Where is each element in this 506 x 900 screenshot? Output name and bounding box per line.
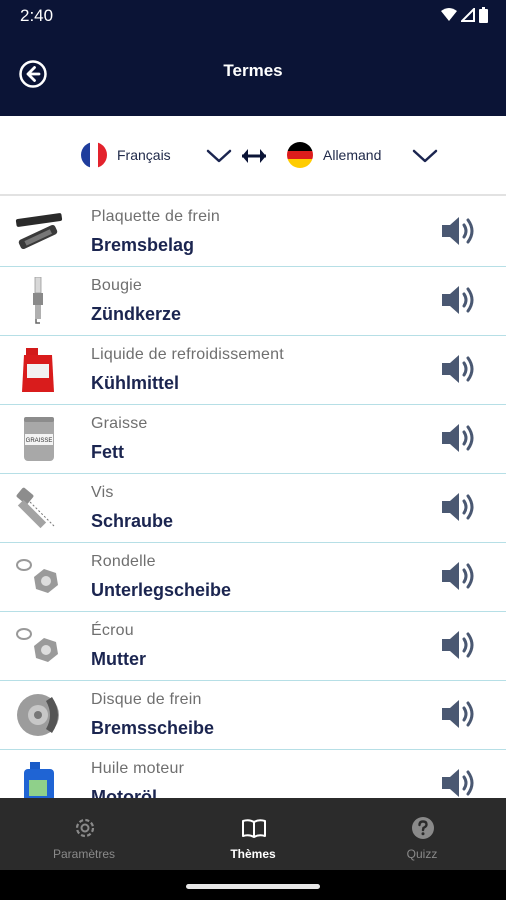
term-source: Graisse: [91, 415, 148, 432]
term-row[interactable]: Huile moteur Motoröl: [0, 750, 506, 798]
page-title: Termes: [223, 61, 283, 80]
term-target: Bremsscheibe: [91, 718, 215, 738]
grease-label: GRAISSE: [26, 438, 53, 444]
term-target: Bremsbelag: [91, 235, 195, 255]
bottom-navigation: Paramètres Thèmes Quizz: [0, 798, 506, 870]
speaker-icon[interactable]: [440, 697, 478, 731]
target-language-label: Allemand: [323, 147, 382, 163]
coolant-bottle-icon: [22, 348, 54, 392]
term-source: Disque de frein: [91, 691, 202, 708]
term-row[interactable]: Bougie Zündkerze: [0, 267, 506, 336]
term-target: Fett: [91, 442, 124, 462]
term-source: Écrou: [91, 622, 134, 639]
nav-quiz-label: Quizz: [406, 847, 438, 861]
spark-plug-icon: [33, 277, 43, 324]
speaker-icon[interactable]: [440, 214, 478, 248]
speaker-icon[interactable]: [440, 628, 478, 662]
term-row[interactable]: Liquide de refroidissement Kühlmittel: [0, 336, 506, 405]
app-bar: Termes: [0, 32, 506, 116]
term-row[interactable]: Vis Schraube: [0, 474, 506, 543]
speaker-icon[interactable]: [440, 421, 478, 455]
term-target: Unterlegscheibe: [91, 580, 232, 600]
term-row[interactable]: Rondelle Unterlegscheibe: [0, 543, 506, 612]
term-target: Mutter: [91, 649, 146, 669]
term-source: Bougie: [91, 277, 143, 294]
term-target: Kühlmittel: [91, 373, 179, 393]
battery-icon: [479, 7, 488, 23]
target-language-select[interactable]: Allemand: [287, 142, 381, 168]
help-icon: [412, 817, 434, 839]
terms-list: Plaquette de frein Bremsbelag Bougie Zün…: [0, 198, 506, 798]
grease-can-icon: GRAISSE: [24, 417, 54, 461]
nav-themes-label: Thèmes: [230, 847, 276, 861]
term-target: Zündkerze: [91, 304, 182, 324]
speaker-icon[interactable]: [440, 559, 478, 593]
term-source: Plaquette de frein: [91, 208, 221, 225]
nav-settings[interactable]: Paramètres: [0, 798, 168, 870]
term-source: Liquide de refroidissement: [91, 346, 284, 363]
speaker-icon[interactable]: [440, 352, 478, 386]
brake-disc-icon: [17, 694, 59, 736]
status-bar: 2:40: [0, 0, 506, 32]
book-icon: [242, 819, 266, 838]
status-time: 2:40: [20, 6, 54, 25]
speaker-icon[interactable]: [440, 283, 478, 317]
source-language-select[interactable]: Français: [81, 142, 171, 168]
wifi-icon: [441, 8, 457, 21]
term-target: Motoröl: [91, 787, 157, 798]
term-row[interactable]: Plaquette de frein Bremsbelag: [0, 198, 506, 267]
swap-arrows-icon[interactable]: [240, 146, 268, 166]
engine-oil-bottle-icon: [24, 762, 54, 798]
speaker-icon[interactable]: [440, 766, 478, 798]
term-row[interactable]: Disque de frein Bremsscheibe: [0, 681, 506, 750]
term-source: Rondelle: [91, 553, 156, 570]
gesture-bar: [0, 870, 506, 900]
term-target: Schraube: [91, 511, 174, 531]
german-flag-icon: [287, 142, 313, 168]
nav-themes[interactable]: Thèmes: [169, 798, 337, 870]
washer-nut-icon: [16, 628, 58, 662]
term-source: Vis: [91, 484, 114, 501]
washer-nut-icon: [16, 559, 58, 593]
french-flag-icon: [81, 142, 107, 168]
source-language-label: Français: [117, 147, 171, 163]
speaker-icon[interactable]: [440, 490, 478, 524]
term-source: Huile moteur: [91, 760, 185, 777]
screw-icon: [16, 487, 55, 529]
brake-pad-icon: [15, 213, 63, 249]
nav-quiz[interactable]: Quizz: [338, 798, 506, 870]
chevron-down-icon[interactable]: [206, 146, 232, 166]
home-indicator[interactable]: [186, 884, 320, 889]
signal-icon: [461, 8, 475, 22]
nav-settings-label: Paramètres: [52, 847, 116, 861]
language-selector: Français Allemand: [0, 116, 506, 196]
gear-icon: [75, 818, 95, 838]
term-row[interactable]: Écrou Mutter: [0, 612, 506, 681]
term-row[interactable]: GRAISSE Graisse Fett: [0, 405, 506, 474]
chevron-down-icon[interactable]: [412, 146, 438, 166]
status-icons: [441, 7, 488, 23]
